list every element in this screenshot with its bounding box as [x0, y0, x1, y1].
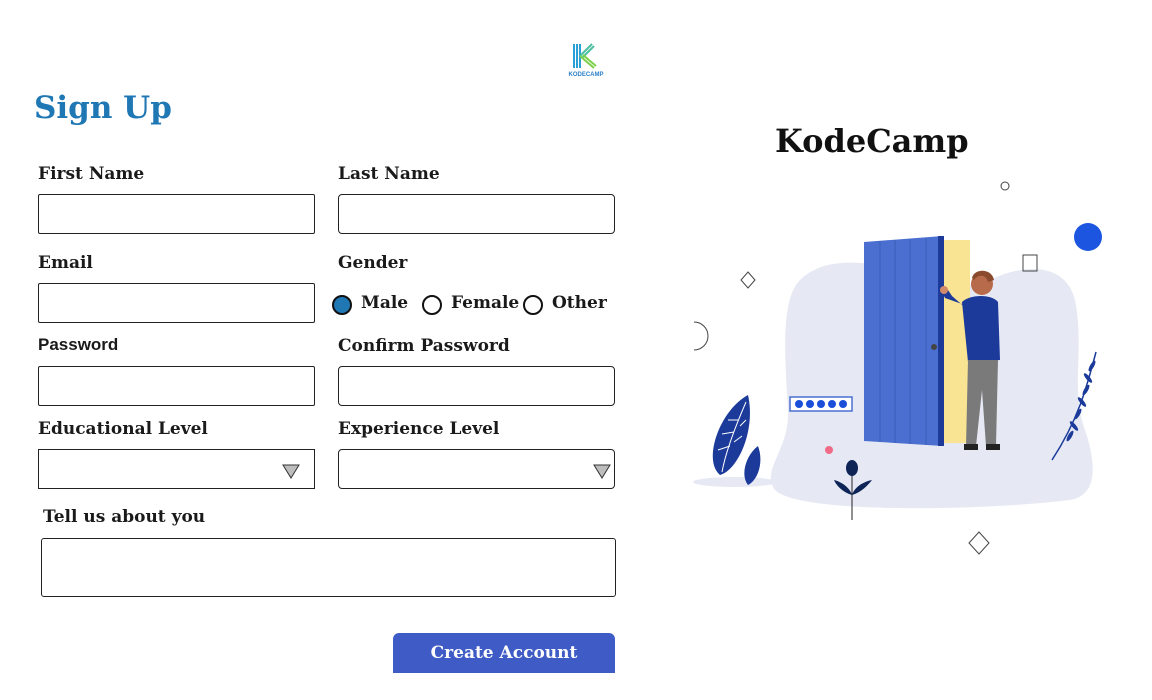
last-name-label: Last Name	[338, 164, 440, 184]
email-label: Email	[38, 253, 93, 273]
svg-text:KODECAMP: KODECAMP	[568, 72, 603, 78]
confirm-password-input[interactable]	[338, 366, 615, 406]
page-title: Sign Up	[34, 90, 172, 126]
dropdown-arrow-icon	[593, 464, 611, 479]
gender-option-male-label[interactable]: Male	[361, 293, 408, 313]
brand-title: KodeCamp	[775, 122, 969, 160]
last-name-input[interactable]	[338, 194, 615, 234]
first-name-label: First Name	[38, 164, 145, 184]
about-textarea[interactable]	[41, 538, 616, 597]
password-input[interactable]	[38, 366, 315, 406]
experience-level-label: Experience Level	[338, 419, 500, 439]
gender-option-other-label[interactable]: Other	[552, 293, 607, 313]
email-input[interactable]	[38, 283, 315, 323]
about-label: Tell us about you	[43, 507, 206, 527]
confirm-password-label: Confirm Password	[338, 336, 510, 356]
gender-radio-male[interactable]	[332, 295, 352, 315]
gender-radio-other[interactable]	[523, 295, 543, 315]
first-name-input[interactable]	[38, 194, 315, 234]
gender-label: Gender	[338, 253, 408, 273]
logo-k-icon: KODECAMP	[568, 43, 604, 78]
welcome-illustration	[690, 170, 1120, 560]
experience-level-select[interactable]	[338, 449, 615, 489]
create-account-button[interactable]: Create Account	[393, 633, 615, 673]
kodecamp-logo: KODECAMP	[566, 40, 606, 80]
gender-radio-female[interactable]	[422, 295, 442, 315]
password-label: Password	[38, 335, 119, 354]
dropdown-arrow-icon	[282, 464, 300, 479]
gender-option-female-label[interactable]: Female	[451, 293, 519, 313]
door-illustration	[693, 181, 1102, 555]
educational-level-label: Educational Level	[38, 419, 208, 439]
gender-radio-group: Male Female Other	[330, 290, 620, 320]
educational-level-select[interactable]	[38, 449, 315, 489]
